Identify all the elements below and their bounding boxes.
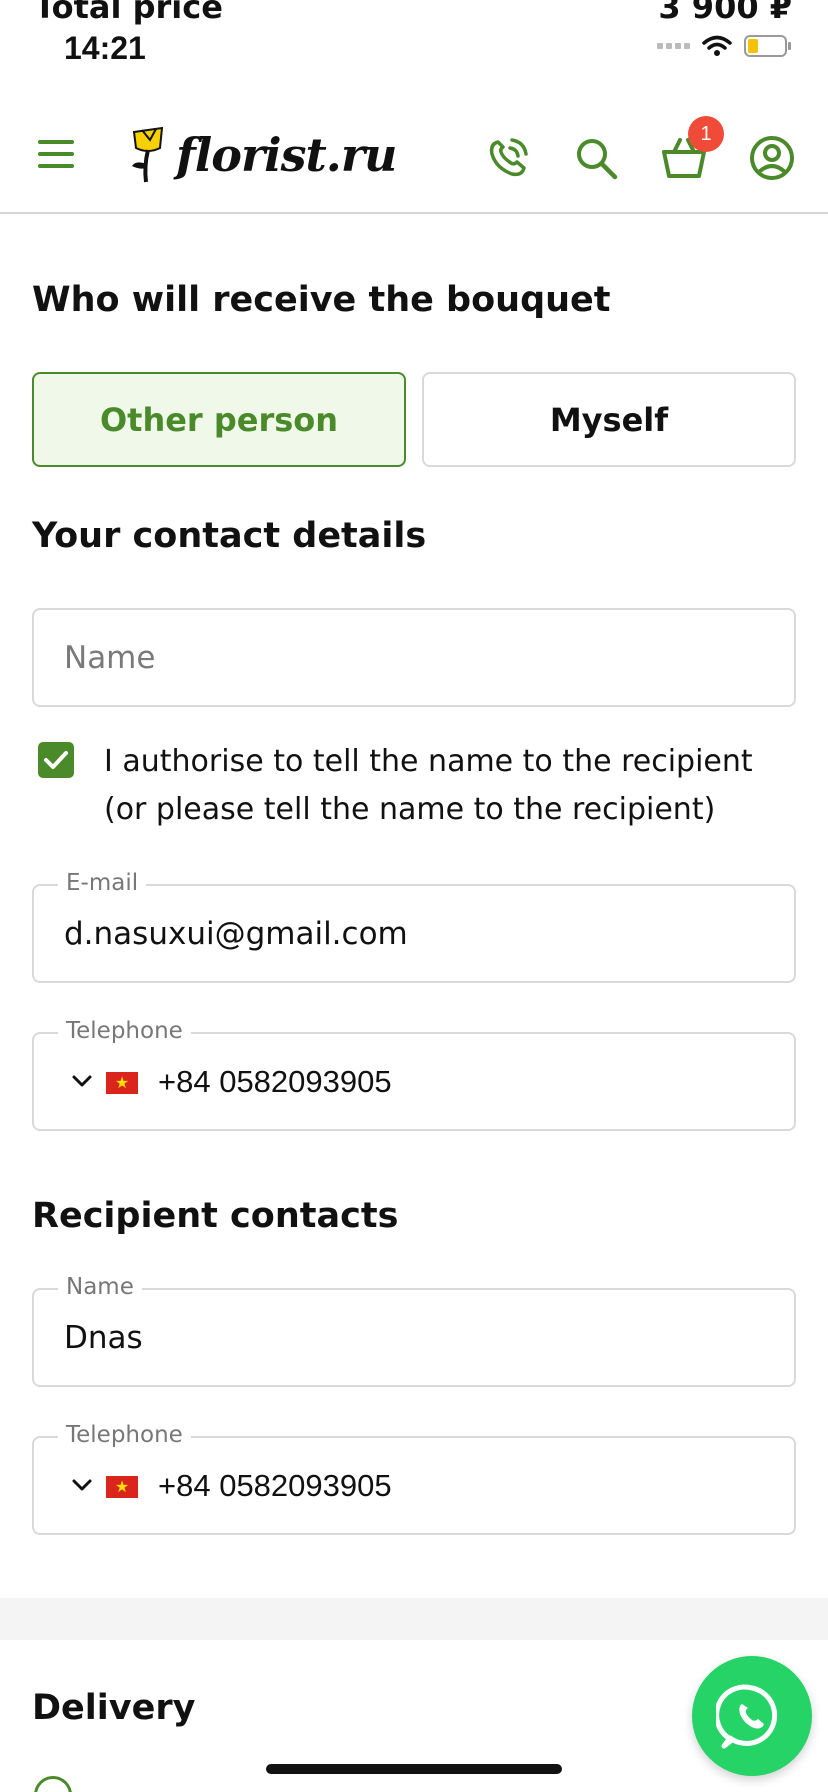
chevron-down-icon[interactable] [72, 1478, 92, 1492]
battery-icon [744, 35, 791, 57]
wifi-icon [702, 35, 732, 56]
cellular-signal-icon [657, 43, 690, 49]
receiver-option-myself[interactable]: Myself [422, 372, 796, 467]
flower-logo-icon [132, 126, 164, 183]
total-price-value: 3 900 ₽ [658, 0, 792, 26]
florist-logo[interactable]: florist.ru [128, 126, 397, 184]
receiver-option-other-person[interactable]: Other person [32, 372, 406, 467]
section-divider [0, 1598, 828, 1640]
recipient-name-field[interactable]: Name Dnas [32, 1274, 796, 1387]
delivery-radio-button[interactable] [34, 1776, 72, 1792]
chevron-down-icon[interactable] [72, 1074, 92, 1088]
search-icon[interactable] [572, 134, 620, 182]
recipient-contacts-heading: Recipient contacts [32, 1196, 399, 1236]
menu-icon[interactable] [38, 140, 74, 168]
authorise-label: I authorise to tell the name to the reci… [104, 744, 753, 827]
recipient-phone-label: Telephone [58, 1422, 191, 1448]
contact-phone-label: Telephone [58, 1018, 191, 1044]
logo-text: florist.ru [176, 128, 397, 182]
account-icon[interactable] [748, 134, 796, 182]
vietnam-flag-icon[interactable]: ★ [106, 1072, 138, 1094]
site-header: florist.ru 1 [0, 96, 828, 214]
contact-name-field[interactable]: Name [32, 608, 796, 707]
authorise-checkbox[interactable] [38, 742, 74, 778]
contact-phone-value: +84 0582093905 [158, 1064, 392, 1099]
recipient-name-label: Name [58, 1274, 142, 1300]
checkmark-icon [44, 751, 68, 769]
contact-details-heading: Your contact details [32, 516, 427, 556]
delivery-heading: Delivery [32, 1688, 196, 1728]
contact-name-placeholder: Name [64, 640, 156, 676]
status-indicators [657, 34, 792, 58]
cart-count-badge: 1 [688, 116, 724, 152]
email-value: d.nasuxui@gmail.com [64, 916, 408, 952]
home-indicator [266, 1764, 562, 1774]
email-label: E-mail [58, 870, 147, 896]
email-field[interactable]: E-mail d.nasuxui@gmail.com [32, 870, 796, 983]
whatsapp-button[interactable] [692, 1656, 812, 1776]
status-time: 14:21 [64, 30, 146, 66]
recipient-phone-value: +84 0582093905 [158, 1468, 392, 1503]
total-price-label: Total price [34, 0, 223, 26]
receiver-heading: Who will receive the bouquet [32, 280, 611, 320]
vietnam-flag-icon[interactable]: ★ [106, 1476, 138, 1498]
recipient-name-value: Dnas [64, 1320, 143, 1356]
recipient-phone-field[interactable]: Telephone ★ +84 0582093905 [32, 1422, 796, 1535]
cart-button[interactable]: 1 [660, 116, 724, 182]
contact-phone-field[interactable]: Telephone ★ +84 0582093905 [32, 1018, 796, 1131]
phone-icon[interactable] [484, 134, 532, 182]
whatsapp-icon [716, 1684, 778, 1749]
